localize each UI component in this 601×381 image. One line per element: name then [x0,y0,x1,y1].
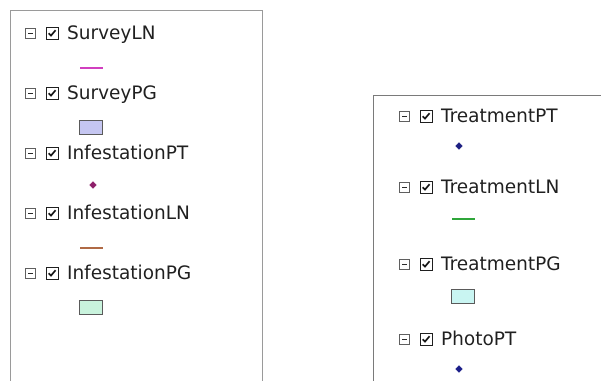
point-symbol-swatch [89,181,97,189]
polygon-symbol-swatch [79,300,103,315]
layer-name[interactable]: SurveyLN [67,23,156,44]
layer-row: InfestationPG [11,260,191,286]
collapse-layer-button[interactable] [399,258,410,270]
collapse-layer-button[interactable] [25,27,36,39]
layer-name[interactable]: TreatmentPG [441,254,561,275]
layer-visibility-checkbox[interactable] [420,180,433,194]
checkmark-icon [421,260,431,268]
layer-entry: PhotoPT [374,326,601,381]
layer-visibility-checkbox[interactable] [46,266,59,280]
layer-row: TreatmentPT [374,103,558,129]
checkmark-icon [47,149,57,157]
layer-entry: TreatmentPG [374,251,601,311]
layer-name[interactable]: TreatmentPT [441,106,558,127]
layer-name[interactable]: TreatmentLN [441,177,559,198]
collapse-layer-button[interactable] [25,207,36,219]
layer-visibility-checkbox[interactable] [420,332,433,346]
line-symbol-swatch [80,67,103,69]
layer-visibility-checkbox[interactable] [46,206,59,220]
layer-row: TreatmentLN [374,174,559,200]
point-symbol-swatch [455,365,463,373]
collapse-layer-button[interactable] [399,181,410,193]
layer-name[interactable]: SurveyPG [67,83,157,104]
layer-row: SurveyPG [11,80,157,106]
polygon-symbol-swatch [79,120,103,135]
checkmark-icon [47,29,57,37]
layer-row: TreatmentPG [374,251,561,277]
layer-visibility-checkbox[interactable] [46,86,59,100]
layer-entry: InfestationPT [11,140,262,200]
checkmark-icon [421,183,431,191]
layer-visibility-checkbox[interactable] [420,257,433,271]
collapse-layer-button[interactable] [25,87,36,99]
layer-entry: SurveyLN [11,20,262,80]
layer-name[interactable]: InfestationLN [67,203,190,224]
layer-row: PhotoPT [374,326,516,352]
collapse-layer-button[interactable] [399,110,410,122]
layer-visibility-checkbox[interactable] [46,26,59,40]
checkmark-icon [47,269,57,277]
legend-screenshot: SurveyLN SurveyPG InfestationPT Infestat… [0,0,601,381]
layer-name[interactable]: InfestationPG [67,263,191,284]
layer-visibility-checkbox[interactable] [46,146,59,160]
layer-row: InfestationPT [11,140,188,166]
collapse-layer-button[interactable] [25,147,36,159]
layer-name[interactable]: PhotoPT [441,329,516,350]
layer-row: SurveyLN [11,20,156,46]
checkmark-icon [421,335,431,343]
layer-row: InfestationLN [11,200,190,226]
line-symbol-swatch [452,218,475,220]
layer-entry: InfestationPG [11,260,262,320]
layer-entry: TreatmentPT [374,103,601,163]
point-symbol-swatch [455,142,463,150]
layer-entry: TreatmentLN [374,174,601,234]
polygon-symbol-swatch [451,289,475,304]
layer-visibility-checkbox[interactable] [420,109,433,123]
checkmark-icon [421,112,431,120]
collapse-layer-button[interactable] [399,333,410,345]
layer-name[interactable]: InfestationPT [67,143,188,164]
table-of-contents-panel-right: TreatmentPT TreatmentLN TreatmentPG Phot… [373,95,601,381]
table-of-contents-panel-left: SurveyLN SurveyPG InfestationPT Infestat… [10,10,263,381]
layer-entry: SurveyPG [11,80,262,140]
layer-entry: InfestationLN [11,200,262,260]
checkmark-icon [47,209,57,217]
collapse-layer-button[interactable] [25,267,36,279]
checkmark-icon [47,89,57,97]
line-symbol-swatch [80,247,103,249]
